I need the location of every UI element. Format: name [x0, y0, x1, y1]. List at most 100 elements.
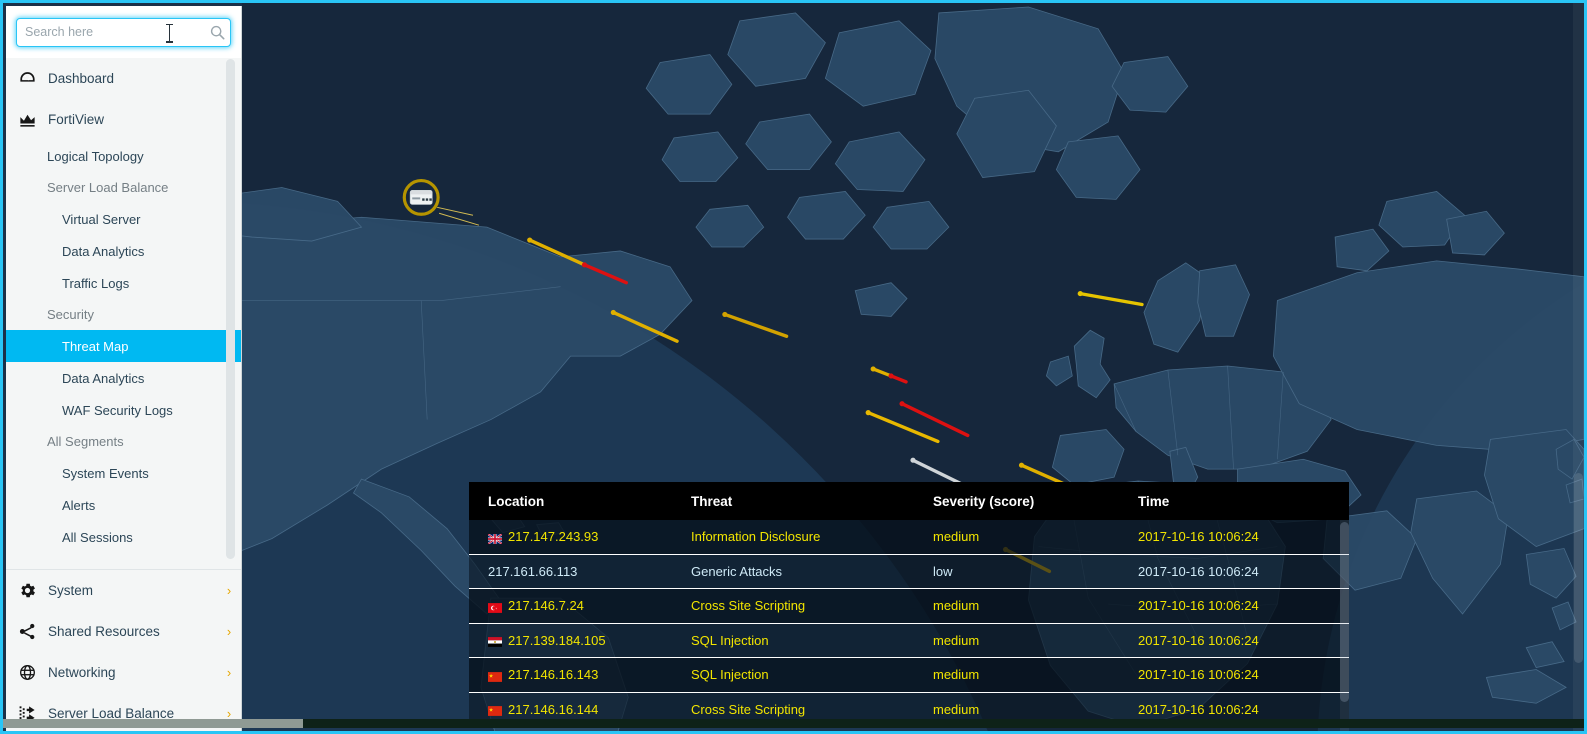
sidebar-item-label: Shared Resources: [48, 624, 160, 639]
secondary-menu[interactable]: System › Shared Resources › Networking › Serve…: [6, 569, 241, 731]
cell-threat: Information Disclosure: [691, 529, 821, 545]
sidebar-item-traffic-logs[interactable]: Traffic Logs: [6, 267, 241, 299]
table-row[interactable]: 217.139.184.105 SQL Injection medium 2017-1…: [469, 623, 1349, 658]
sidebar-item-all-sessions[interactable]: All Sessions: [6, 521, 241, 553]
sidebar-item-logical-topology[interactable]: Logical Topology: [6, 140, 241, 172]
attack-trail-head: [865, 410, 871, 416]
sidebar-item-label: FortiView: [48, 112, 105, 127]
cell-location: 217.147.243.93: [469, 529, 691, 545]
cell-threat: SQL Injection: [691, 632, 769, 648]
attack-trail-head: [899, 401, 905, 407]
attack-trail-head: [870, 366, 876, 372]
attack-trail-head: [527, 237, 533, 243]
cell-time: 2017-10-16 10:06:24: [1138, 529, 1259, 545]
cell-severity: medium: [933, 667, 980, 683]
sidebar-item-system-events[interactable]: System Events: [6, 457, 241, 489]
table-row[interactable]: 217.146.16.143 SQL Injection medium 2017-10…: [469, 658, 1349, 693]
sidebar-item-data-analytics[interactable]: Data Analytics: [6, 362, 241, 394]
text-cursor-icon: [166, 23, 173, 43]
sidebar-item-shared-resources[interactable]: Shared Resources ›: [6, 611, 241, 652]
cell-severity: medium: [933, 701, 980, 717]
flag-uk-icon: [487, 532, 503, 545]
flag-tr-icon: [488, 601, 502, 613]
cell-time: 2017-10-16 10:06:24: [1138, 632, 1259, 648]
sidebar-group-server-load-balance: Server Load Balance: [47, 180, 169, 195]
chevron-right-icon[interactable]: ›: [217, 624, 241, 639]
sidebar-item-threat-map[interactable]: Threat Map: [6, 330, 241, 362]
flag-eg-icon: [488, 635, 502, 648]
table-body: 217.147.243.93 Information Disclosure medi…: [469, 520, 1349, 727]
cell-location: 217.146.16.143: [469, 667, 691, 682]
cell-threat: SQL Injection: [691, 667, 769, 683]
sidebar-item-dashboard[interactable]: Dashboard: [6, 58, 241, 99]
table-scrollbar-thumb[interactable]: [1340, 522, 1349, 702]
sidebar-item-alerts[interactable]: Alerts: [6, 489, 241, 521]
flag-cn-icon: [488, 704, 502, 717]
location-value: 217.146.7.24: [508, 598, 584, 614]
flag-cn-icon: [488, 670, 502, 682]
sidebar: Dashboard FortiView∨Logical Topology Serve…: [6, 6, 242, 731]
sidebar-item-waf-security-logs[interactable]: WAF Security Logs: [6, 394, 241, 426]
sidebar-group-all-segments: All Segments: [47, 434, 124, 449]
attack-trail-head: [581, 262, 588, 268]
cell-severity: medium: [933, 529, 980, 545]
sidebar-item-label: Dashboard: [48, 71, 115, 86]
cell-location: 217.139.184.105: [469, 633, 691, 648]
cell-severity: low: [933, 563, 953, 579]
chevron-right-icon[interactable]: ›: [217, 665, 241, 680]
cell-threat: Generic Attacks: [691, 563, 783, 579]
gear-icon: [18, 581, 48, 600]
location-value: 217.146.16.143: [508, 667, 599, 683]
column-header-threat: Threat: [691, 493, 733, 509]
horizontal-scrollbar-thumb[interactable]: [3, 719, 303, 728]
sidebar-item-label: Networking: [48, 665, 116, 680]
column-header-severity: Severity (score): [933, 493, 1035, 509]
attack-trail-head: [1077, 291, 1083, 297]
column-header-location: Location: [488, 493, 545, 509]
threat-map-page: Location Threat Severity (score) Time 21…: [0, 0, 1587, 734]
search-box[interactable]: [16, 17, 231, 47]
sidebar-item-fortiview[interactable]: FortiView∨: [6, 99, 241, 140]
location-value: 217.139.184.105: [508, 632, 606, 648]
attack-trail-head: [910, 457, 916, 463]
table-row[interactable]: 217.147.243.93 Information Disclosure medi…: [469, 520, 1349, 555]
appliance-marker-icon: [402, 178, 440, 216]
cell-severity: medium: [933, 632, 980, 648]
search-input[interactable]: [17, 18, 204, 46]
table-header-row: Location Threat Severity (score) Time: [469, 482, 1349, 520]
sidebar-item-label: System: [48, 583, 94, 598]
sidebar-item-data-analytics[interactable]: Data Analytics: [6, 235, 241, 267]
search-zone: [6, 6, 241, 58]
cell-location: 217.146.7.24: [469, 598, 691, 613]
cell-threat: Cross Site Scripting: [691, 598, 806, 614]
location-value: 217.146.16.144: [508, 701, 599, 717]
area-chart-icon: [18, 110, 48, 129]
attack-trail-head: [722, 311, 728, 318]
sidebar-scrollbar-thumb[interactable]: [226, 59, 235, 559]
search-icon[interactable]: [204, 25, 230, 40]
attack-trail-head: [888, 373, 894, 379]
sidebar-item-virtual-server[interactable]: Virtual Server: [6, 203, 241, 235]
sidebar-item-networking[interactable]: Networking ›: [6, 652, 241, 693]
sidebar-item-system[interactable]: System ›: [6, 570, 241, 611]
cell-threat: Cross Site Scripting: [691, 701, 806, 717]
cell-time: 2017-10-16 10:06:24: [1138, 598, 1259, 614]
table-row[interactable]: 217.161.66.113 Generic Attacks low 2017-10-…: [469, 554, 1349, 589]
share-nodes-icon: [18, 622, 48, 641]
cell-time: 2017-10-16 10:06:24: [1138, 667, 1259, 683]
cell-time: 2017-10-16 10:06:24: [1138, 563, 1259, 579]
column-header-time: Time: [1138, 493, 1170, 509]
sidebar-group-security: Security: [47, 307, 94, 322]
primary-menu[interactable]: Dashboard FortiView∨Logical Topology Serve…: [6, 58, 241, 560]
attack-trail-head: [1018, 462, 1025, 468]
threat-table[interactable]: Location Threat Severity (score) Time 21…: [469, 482, 1349, 731]
location-value: 217.161.66.113: [488, 563, 578, 579]
globe-icon: [18, 663, 48, 682]
attack-trail-head: [610, 309, 616, 316]
table-row[interactable]: 217.146.7.24 Cross Site Scripting medium 20…: [469, 589, 1349, 624]
chevron-right-icon[interactable]: ›: [217, 583, 241, 598]
cell-severity: medium: [933, 598, 980, 614]
location-value: 217.147.243.93: [508, 529, 599, 545]
map-scrollbar-thumb[interactable]: [1574, 473, 1583, 663]
cell-location: 217.146.16.144: [469, 702, 691, 717]
